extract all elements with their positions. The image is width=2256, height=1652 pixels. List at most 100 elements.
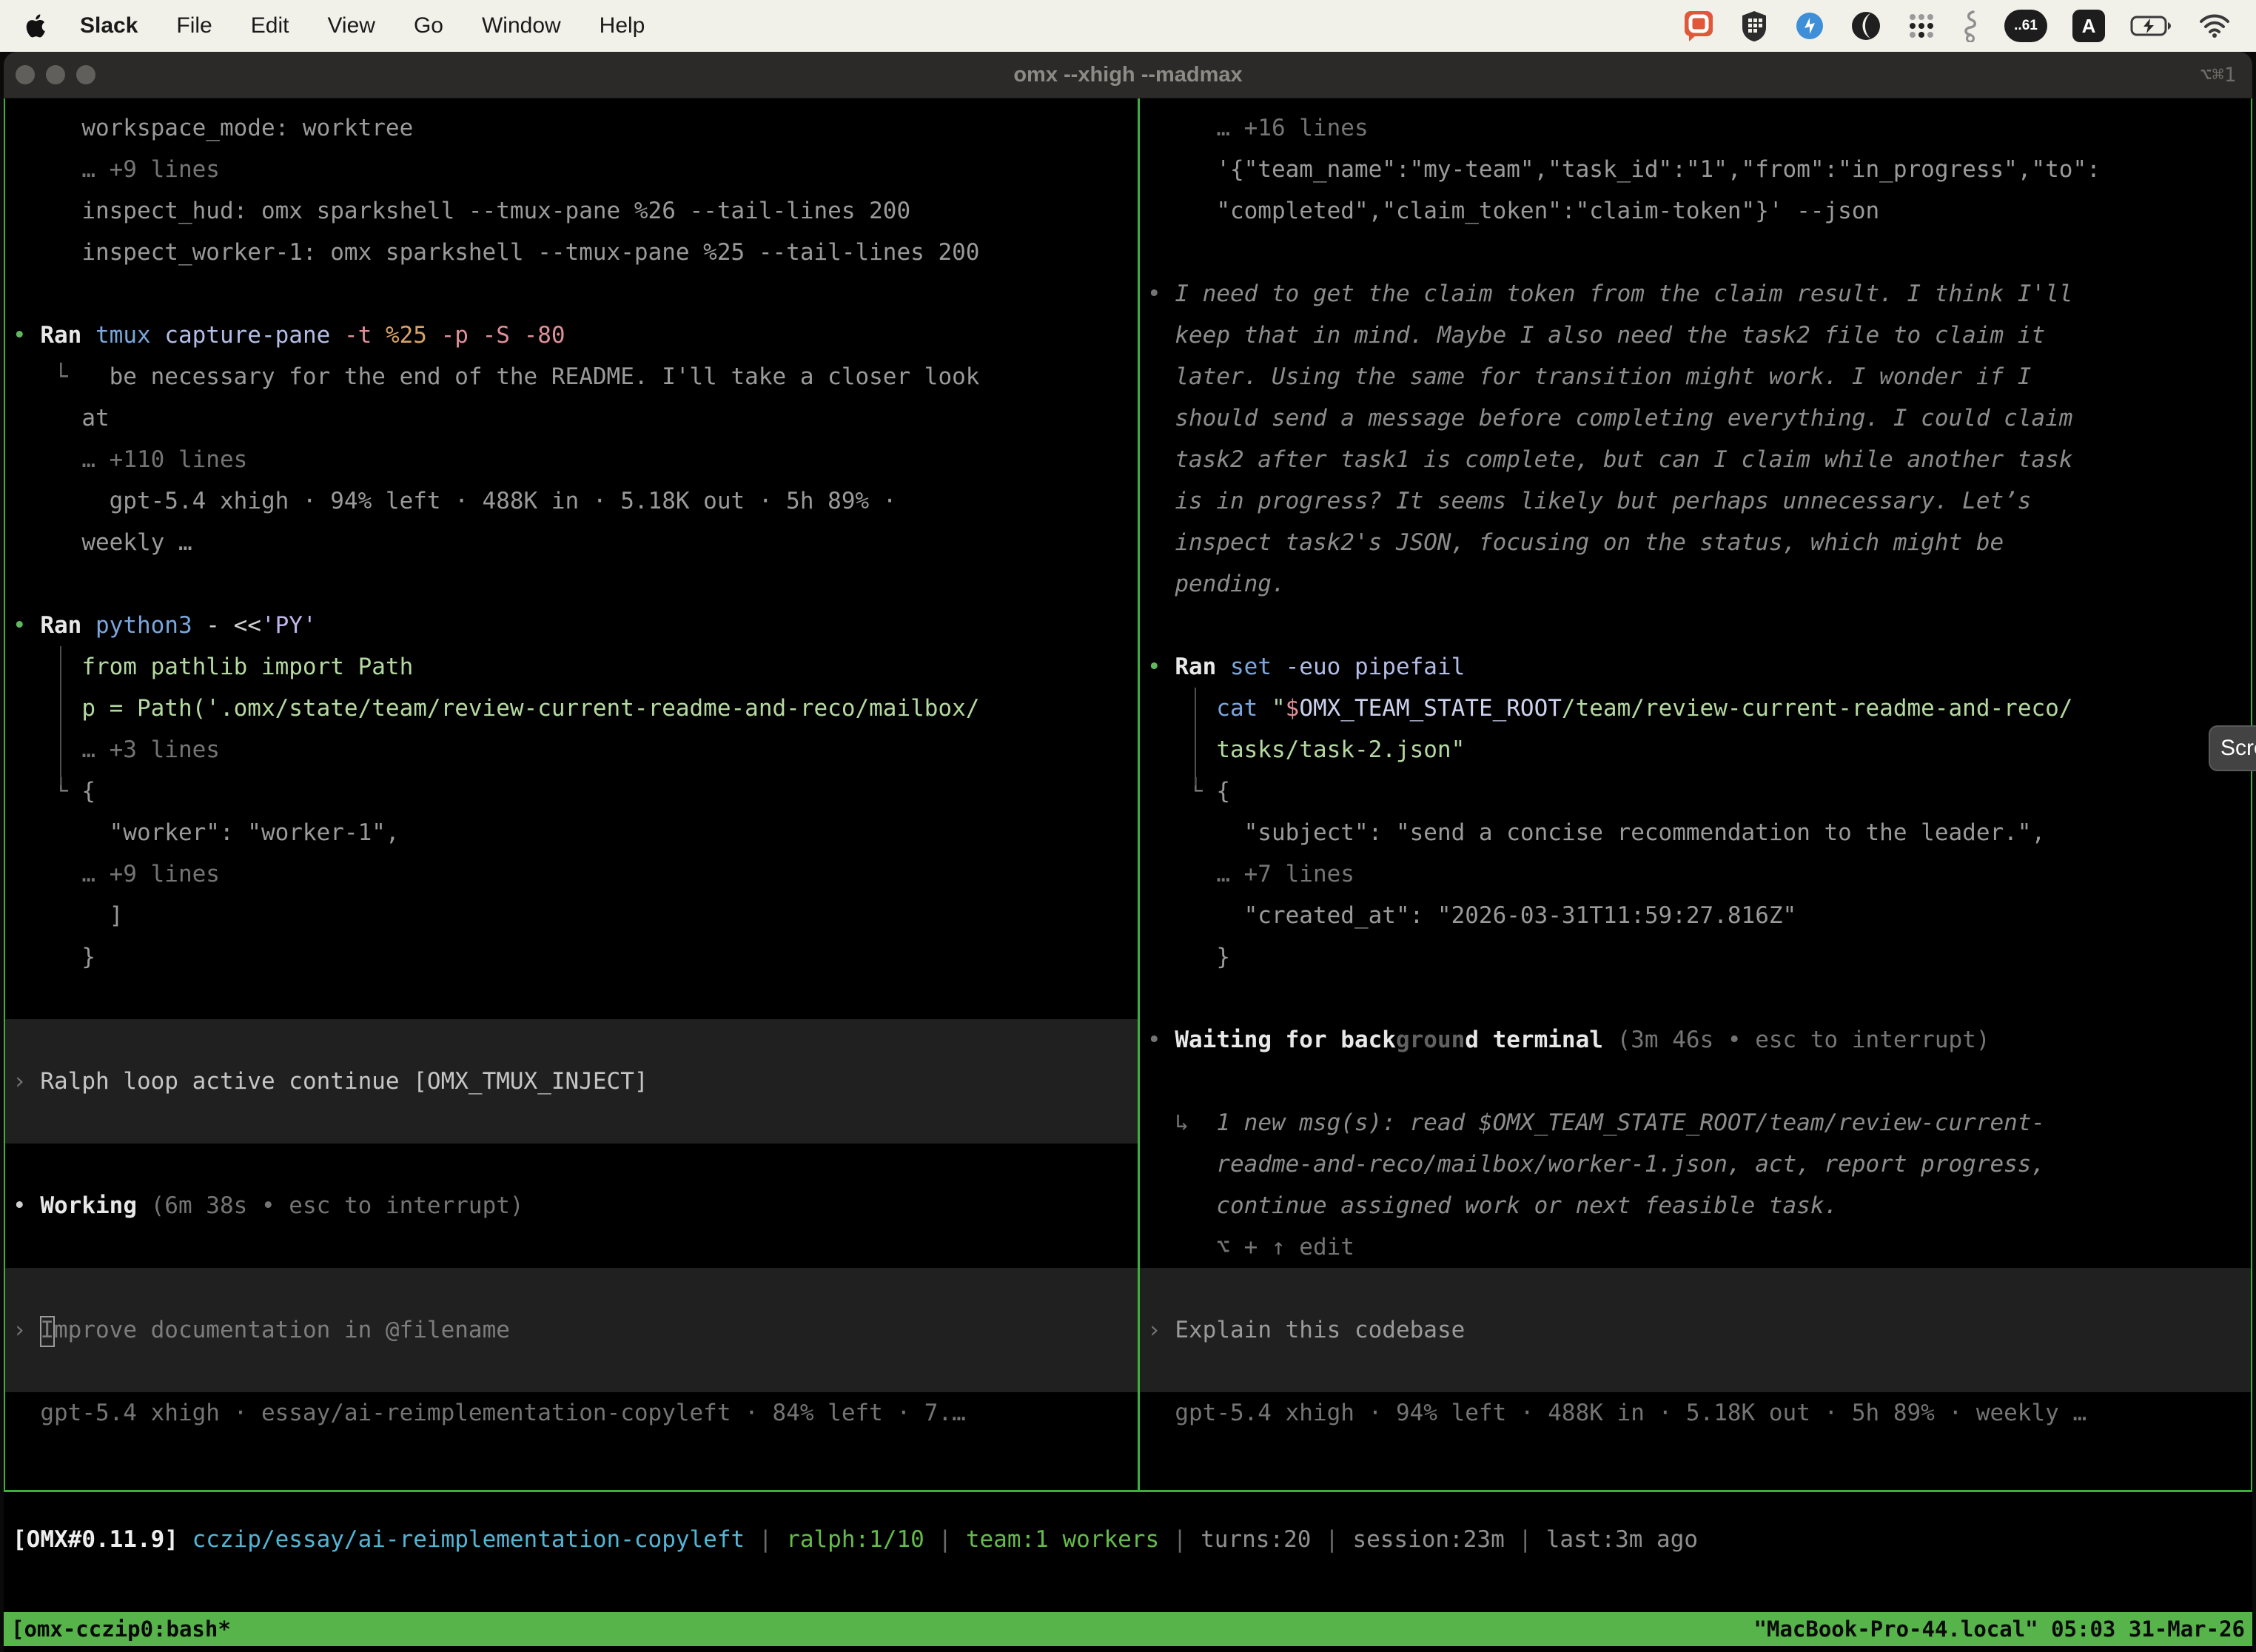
thinking-line: keep that in mind. Maybe I also need the… (1147, 315, 2251, 356)
output-line: workspace_mode: worktree (13, 107, 1138, 149)
macos-menu-bar: Slack File Edit View Go Window Help ..61… (0, 0, 2256, 52)
tmux-session-name: [omx-cczip0:bash* (11, 1612, 231, 1646)
bullet-icon: • (1147, 654, 1161, 680)
output-line: ] (13, 895, 1138, 936)
mailbox-message-line: continue assigned work or next feasible … (1147, 1185, 2251, 1226)
collapsed-lines-indicator: … +3 lines (13, 729, 1138, 770)
output-line: └ { (1147, 770, 2251, 812)
thinking-line: is in progress? It seems likely but perh… (1147, 480, 2251, 522)
command-line: • Ran tmux capture-pane -t %25 -p -S -80 (13, 315, 1138, 356)
prompt-input[interactable]: › Explain this codebase (1140, 1309, 2251, 1351)
prompt-chevron-icon: › (13, 1068, 27, 1095)
command-line: • Ran python3 - <<'PY' (13, 605, 1138, 646)
omx-status-footer: [OMX#0.11.9] cczip/essay/ai-reimplementa… (4, 1519, 2252, 1560)
menu-view[interactable]: View (327, 13, 375, 38)
shield-grid-icon[interactable] (1739, 10, 1769, 42)
input-source-icon[interactable]: A (2072, 10, 2105, 42)
window-title: omx --xhigh --madmax (4, 52, 2252, 98)
command-line: • Ran set -euo pipefail (1147, 646, 2251, 688)
output-connector-line (1195, 688, 1196, 785)
output-line: "worker": "worker-1", (13, 812, 1138, 853)
waiting-status: • Waiting for background terminal (3m 46… (1147, 1019, 2251, 1061)
thinking-line: pending. (1147, 563, 2251, 605)
squiggle-icon[interactable] (1961, 10, 1979, 42)
last-activity: last:3m ago (1546, 1526, 1698, 1553)
edit-shortcut-hint: ⌥ + ↑ edit (1147, 1226, 2251, 1268)
working-status: • Working (6m 38s • esc to interrupt) (13, 1185, 1138, 1226)
window-titlebar: omx --xhigh --madmax ⌥⌘1 (4, 52, 2252, 98)
output-connector-line (60, 646, 61, 785)
output-line: gpt-5.4 xhigh · 94% left · 488K in · 5.1… (13, 480, 1138, 522)
chat-app-icon[interactable] (1683, 10, 1714, 42)
window-shortcut-hint: ⌥⌘1 (2200, 52, 2236, 98)
menu-file[interactable]: File (176, 13, 212, 38)
wifi-icon[interactable] (2198, 13, 2231, 38)
output-line: } (13, 936, 1138, 978)
collapsed-lines-indicator: … +7 lines (1147, 853, 2251, 895)
turns-counter: turns:20 (1201, 1526, 1311, 1553)
model-status-line: gpt-5.4 xhigh · essay/ai-reimplementatio… (13, 1392, 1138, 1434)
return-arrow-icon: ↳ (1147, 1109, 1189, 1136)
dots-grid-icon[interactable] (1907, 11, 1936, 41)
repo-path: cczip/essay/ai-reimplementation-copyleft (178, 1526, 745, 1553)
menu-window[interactable]: Window (482, 13, 561, 38)
tmux-panes: workspace_mode: worktree … +9 lines insp… (4, 98, 2252, 1492)
apple-menu-icon[interactable] (25, 14, 46, 38)
model-status-line: gpt-5.4 xhigh · 94% left · 488K in · 5.1… (1147, 1392, 2251, 1434)
active-app-name[interactable]: Slack (80, 13, 138, 38)
output-line: weekly … (13, 522, 1138, 563)
output-line: inspect_worker-1: omx sparkshell --tmux-… (13, 232, 1138, 273)
output-line: "subject": "send a concise recommendatio… (1147, 812, 2251, 853)
bullet-icon: • (13, 612, 27, 639)
output-line: └ be necessary for the end of the README… (13, 356, 1138, 397)
output-line: } (1147, 936, 2251, 978)
team-workers: team:1 workers (966, 1526, 1159, 1553)
collapsed-lines-indicator: … +110 lines (13, 439, 1138, 480)
collapsed-lines-indicator: … +16 lines (1147, 107, 2251, 149)
tmux-host-clock: "MacBook-Pro-44.local" 05:03 31-Mar-26 (1754, 1612, 2245, 1646)
bullet-icon: • (1147, 281, 1161, 307)
output-line: └ { (13, 770, 1138, 812)
prompt-input[interactable]: › Improve documentation in @filename (5, 1309, 1138, 1351)
thinking-line: later. Using the same for transition mig… (1147, 356, 2251, 397)
count-badge-icon[interactable]: ..61 (2004, 10, 2047, 42)
thinking-line: should send a message before completing … (1147, 397, 2251, 439)
menu-go[interactable]: Go (414, 13, 443, 38)
output-line: '{"team_name":"my-team","task_id":"1","f… (1147, 149, 2251, 190)
code-line: cat "$OMX_TEAM_STATE_ROOT/team/review-cu… (1147, 688, 2251, 729)
prompt-chevron-icon: › (1147, 1317, 1161, 1343)
prompt-chevron-icon: › (13, 1317, 27, 1343)
battery-icon[interactable] (2130, 15, 2173, 37)
terminal-window: omx --xhigh --madmax ⌥⌘1 workspace_mode:… (4, 52, 2252, 1652)
left-terminal-pane: workspace_mode: worktree … +9 lines insp… (5, 98, 1138, 1490)
mailbox-message-line: ↳ 1 new msg(s): read $OMX_TEAM_STATE_ROO… (1147, 1102, 2251, 1144)
collapsed-lines-indicator: … +9 lines (13, 149, 1138, 190)
badge-seal-icon[interactable] (1794, 10, 1825, 41)
mailbox-message-line: readme-and-reco/mailbox/worker-1.json, a… (1147, 1144, 2251, 1185)
input-placeholder: Improve documentation in @filename (27, 1317, 510, 1343)
corner-connector-icon: └ (13, 363, 68, 390)
right-terminal-pane: … +16 lines '{"team_name":"my-team","tas… (1140, 98, 2251, 1490)
code-line: from pathlib import Path (13, 646, 1138, 688)
thinking-line: • I need to get the claim token from the… (1147, 273, 2251, 315)
thinking-line: inspect task2's JSON, focusing on the st… (1147, 522, 2251, 563)
output-line: "created_at": "2026-03-31T11:59:27.816Z" (1147, 895, 2251, 936)
crescent-disc-icon[interactable] (1850, 10, 1881, 41)
output-line: "completed","claim_token":"claim-token"}… (1147, 190, 2251, 232)
code-line: p = Path('.omx/state/team/review-current… (13, 688, 1138, 729)
collapsed-lines-indicator: … +9 lines (13, 853, 1138, 895)
menu-help[interactable]: Help (600, 13, 645, 38)
ralph-loop-status: › Ralph loop active continue [OMX_TMUX_I… (5, 1061, 1138, 1102)
input-placeholder: Explain this codebase (1161, 1317, 1466, 1343)
menu-edit[interactable]: Edit (251, 13, 289, 38)
tmux-status-bar: [omx-cczip0:bash* "MacBook-Pro-44.local"… (4, 1612, 2252, 1646)
text-cursor (40, 1316, 55, 1347)
output-line: at (13, 397, 1138, 439)
output-line: inspect_hud: omx sparkshell --tmux-pane … (13, 190, 1138, 232)
bullet-icon: • (13, 1192, 27, 1219)
ralph-counter: ralph:1/10 (786, 1526, 924, 1553)
session-duration: session:23m (1352, 1526, 1504, 1553)
omx-version: [OMX#0.11.9] (13, 1526, 178, 1553)
bullet-icon: • (13, 322, 27, 349)
bullet-icon: • (1147, 1027, 1161, 1053)
